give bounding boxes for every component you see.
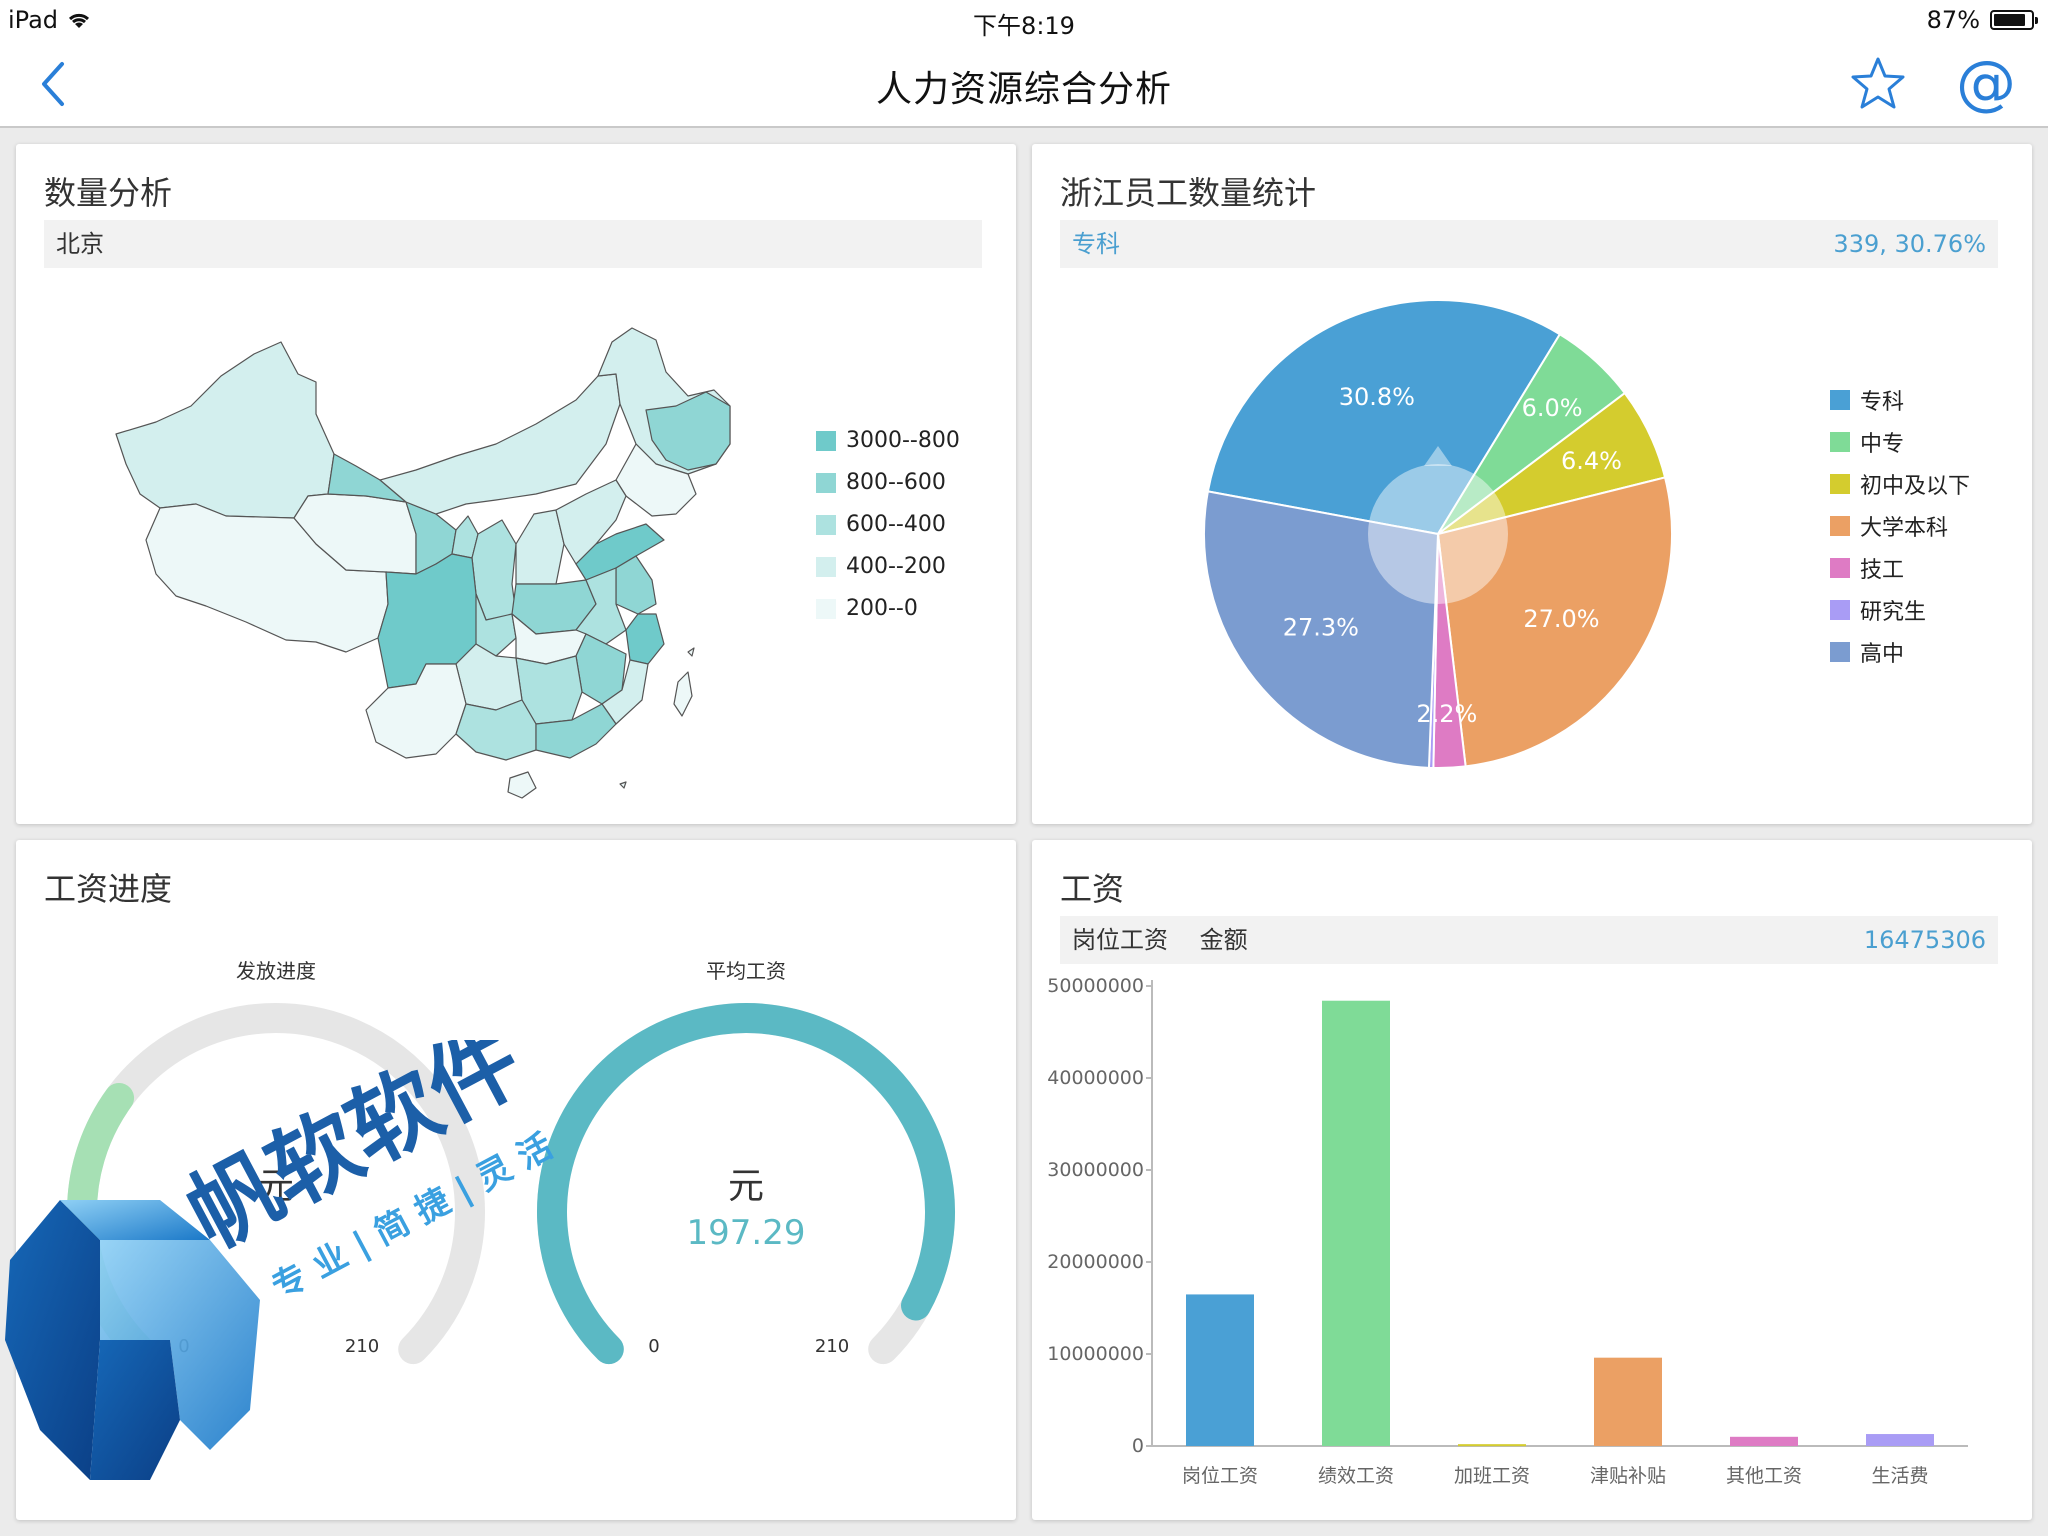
map-region bbox=[619, 781, 627, 789]
pie-panel: 浙江员工数量统计 专科 339, 30.76% 30.8% 6.0% 6.4% 27.… bbox=[1032, 144, 2032, 824]
legend-label: 高中 bbox=[1860, 642, 1905, 667]
pie-value-label: 6.0% bbox=[1522, 394, 1583, 422]
gauge-title: 发放进度 bbox=[236, 959, 316, 983]
map-legend-item[interactable]: 3000--800 bbox=[816, 428, 960, 453]
x-tick-label: 津贴补贴 bbox=[1590, 1465, 1666, 1487]
map-region bbox=[515, 509, 565, 585]
bar[interactable] bbox=[1458, 1444, 1526, 1447]
y-tick-label: 10000000 bbox=[1047, 1343, 1144, 1365]
map-region bbox=[115, 341, 335, 519]
bar[interactable] bbox=[1186, 1294, 1254, 1446]
gauge-panel: 工资进度 发放进度元 0 210 平均工资元 197.29 0 210 bbox=[16, 840, 1016, 1520]
map-region bbox=[507, 771, 537, 799]
legend-label: 600--400 bbox=[846, 512, 946, 537]
x-tick-label: 生活费 bbox=[1871, 1465, 1928, 1487]
pie-legend-item[interactable]: 初中及以下 bbox=[1830, 468, 1970, 500]
pie-value-label: 27.3% bbox=[1283, 614, 1359, 642]
map-region bbox=[379, 373, 621, 515]
legend-swatch bbox=[1830, 390, 1850, 410]
legend-label: 初中及以下 bbox=[1860, 474, 1971, 499]
map-region bbox=[625, 613, 665, 665]
pie-legend-item[interactable]: 中专 bbox=[1830, 426, 1904, 458]
gauge-min-label: 0 bbox=[648, 1336, 659, 1357]
pie-value-label: 6.4% bbox=[1561, 447, 1622, 475]
x-tick-label: 绩效工资 bbox=[1318, 1465, 1394, 1487]
x-tick-label: 岗位工资 bbox=[1182, 1465, 1258, 1487]
bar-panel: 工资 岗位工资 金额 16475306 0 10000000 20000000 300… bbox=[1032, 840, 2032, 1520]
battery-level bbox=[1994, 14, 2026, 26]
pie-legend-item[interactable]: 大学本科 bbox=[1830, 510, 1948, 542]
nav-bar: 人力资源综合分析 @ bbox=[0, 40, 2048, 128]
gauge-min-label: 0 bbox=[178, 1336, 189, 1357]
gauge-unit: 元 bbox=[728, 1166, 764, 1207]
legend-swatch bbox=[1830, 474, 1850, 494]
map-region bbox=[455, 643, 523, 711]
battery-icon bbox=[1990, 10, 2038, 30]
gauge-max-label: 210 bbox=[815, 1336, 849, 1357]
legend-label: 研究生 bbox=[1860, 600, 1927, 625]
legend-label: 专科 bbox=[1860, 390, 1905, 415]
legend-swatch bbox=[816, 556, 836, 577]
pie-value-label: 30.8% bbox=[1339, 383, 1415, 411]
pie-legend-item[interactable]: 研究生 bbox=[1830, 594, 1926, 626]
legend-swatch bbox=[1830, 516, 1850, 536]
legend-swatch bbox=[816, 472, 836, 493]
legend-label: 400--200 bbox=[846, 554, 946, 579]
y-tick-label: 40000000 bbox=[1047, 1067, 1144, 1089]
gauge-max-label: 210 bbox=[345, 1336, 379, 1357]
y-tick-label: 50000000 bbox=[1047, 975, 1144, 997]
pie-legend-item[interactable]: 技工 bbox=[1830, 552, 1904, 584]
bar[interactable] bbox=[1866, 1434, 1934, 1446]
legend-label: 技工 bbox=[1860, 558, 1905, 583]
mention-button[interactable]: @ bbox=[1956, 48, 2016, 118]
pie-legend-item[interactable]: 专科 bbox=[1830, 384, 1904, 416]
map-legend-item[interactable]: 800--600 bbox=[816, 470, 946, 495]
pie-value-label: 27.0% bbox=[1523, 605, 1599, 633]
x-tick-label: 其他工资 bbox=[1726, 1465, 1802, 1487]
pie-center-highlight bbox=[1368, 464, 1508, 604]
y-tick-label: 0 bbox=[1132, 1435, 1144, 1457]
map-panel: 数量分析 北京 3000--800 800--600 600--400 400-… bbox=[16, 144, 1016, 824]
pie-value-label: 2.2% bbox=[1416, 700, 1477, 728]
map-region bbox=[687, 647, 695, 657]
map-region bbox=[673, 671, 693, 717]
bar[interactable] bbox=[1322, 1000, 1390, 1446]
gauge-value: 197.29 bbox=[687, 1213, 806, 1253]
legend-swatch bbox=[1830, 600, 1850, 620]
bar[interactable] bbox=[1594, 1357, 1662, 1446]
gauge-fill bbox=[67, 1082, 154, 1365]
battery-percent: 87% bbox=[1926, 6, 1980, 34]
bar-chart[interactable]: 0 10000000 20000000 30000000 40000000 5000000… bbox=[1032, 840, 2032, 1520]
legend-swatch bbox=[816, 598, 836, 619]
legend-swatch bbox=[816, 514, 836, 535]
legend-label: 大学本科 bbox=[1860, 516, 1949, 541]
map-legend-item[interactable]: 600--400 bbox=[816, 512, 946, 537]
bar[interactable] bbox=[1730, 1436, 1798, 1446]
map-legend-item[interactable]: 200--0 bbox=[816, 596, 918, 621]
gauge-charts: 发放进度元 0 210 平均工资元 197.29 0 210 bbox=[67, 959, 955, 1365]
legend-swatch bbox=[1830, 558, 1850, 578]
star-icon[interactable] bbox=[1848, 54, 1908, 114]
y-tick-label: 20000000 bbox=[1047, 1251, 1144, 1273]
map-region bbox=[615, 555, 657, 615]
legend-swatch bbox=[1830, 432, 1850, 452]
status-bar: iPad 下午8:19 87% bbox=[0, 0, 2048, 40]
legend-label: 中专 bbox=[1860, 432, 1905, 457]
pie-legend-item[interactable]: 高中 bbox=[1830, 636, 1904, 668]
legend-swatch bbox=[816, 430, 836, 451]
page-title: 人力资源综合分析 bbox=[875, 69, 1172, 110]
x-tick-label: 加班工资 bbox=[1454, 1465, 1530, 1487]
map-legend-item[interactable]: 400--200 bbox=[816, 554, 946, 579]
legend-label: 3000--800 bbox=[846, 428, 960, 453]
legend-label: 200--0 bbox=[846, 596, 918, 621]
legend-swatch bbox=[1830, 642, 1850, 662]
gauge-unit: 元 bbox=[258, 1166, 294, 1207]
y-tick-label: 30000000 bbox=[1047, 1159, 1144, 1181]
legend-label: 800--600 bbox=[846, 470, 946, 495]
clock: 下午8:19 bbox=[973, 12, 1075, 40]
gauge-title: 平均工资 bbox=[706, 959, 786, 983]
